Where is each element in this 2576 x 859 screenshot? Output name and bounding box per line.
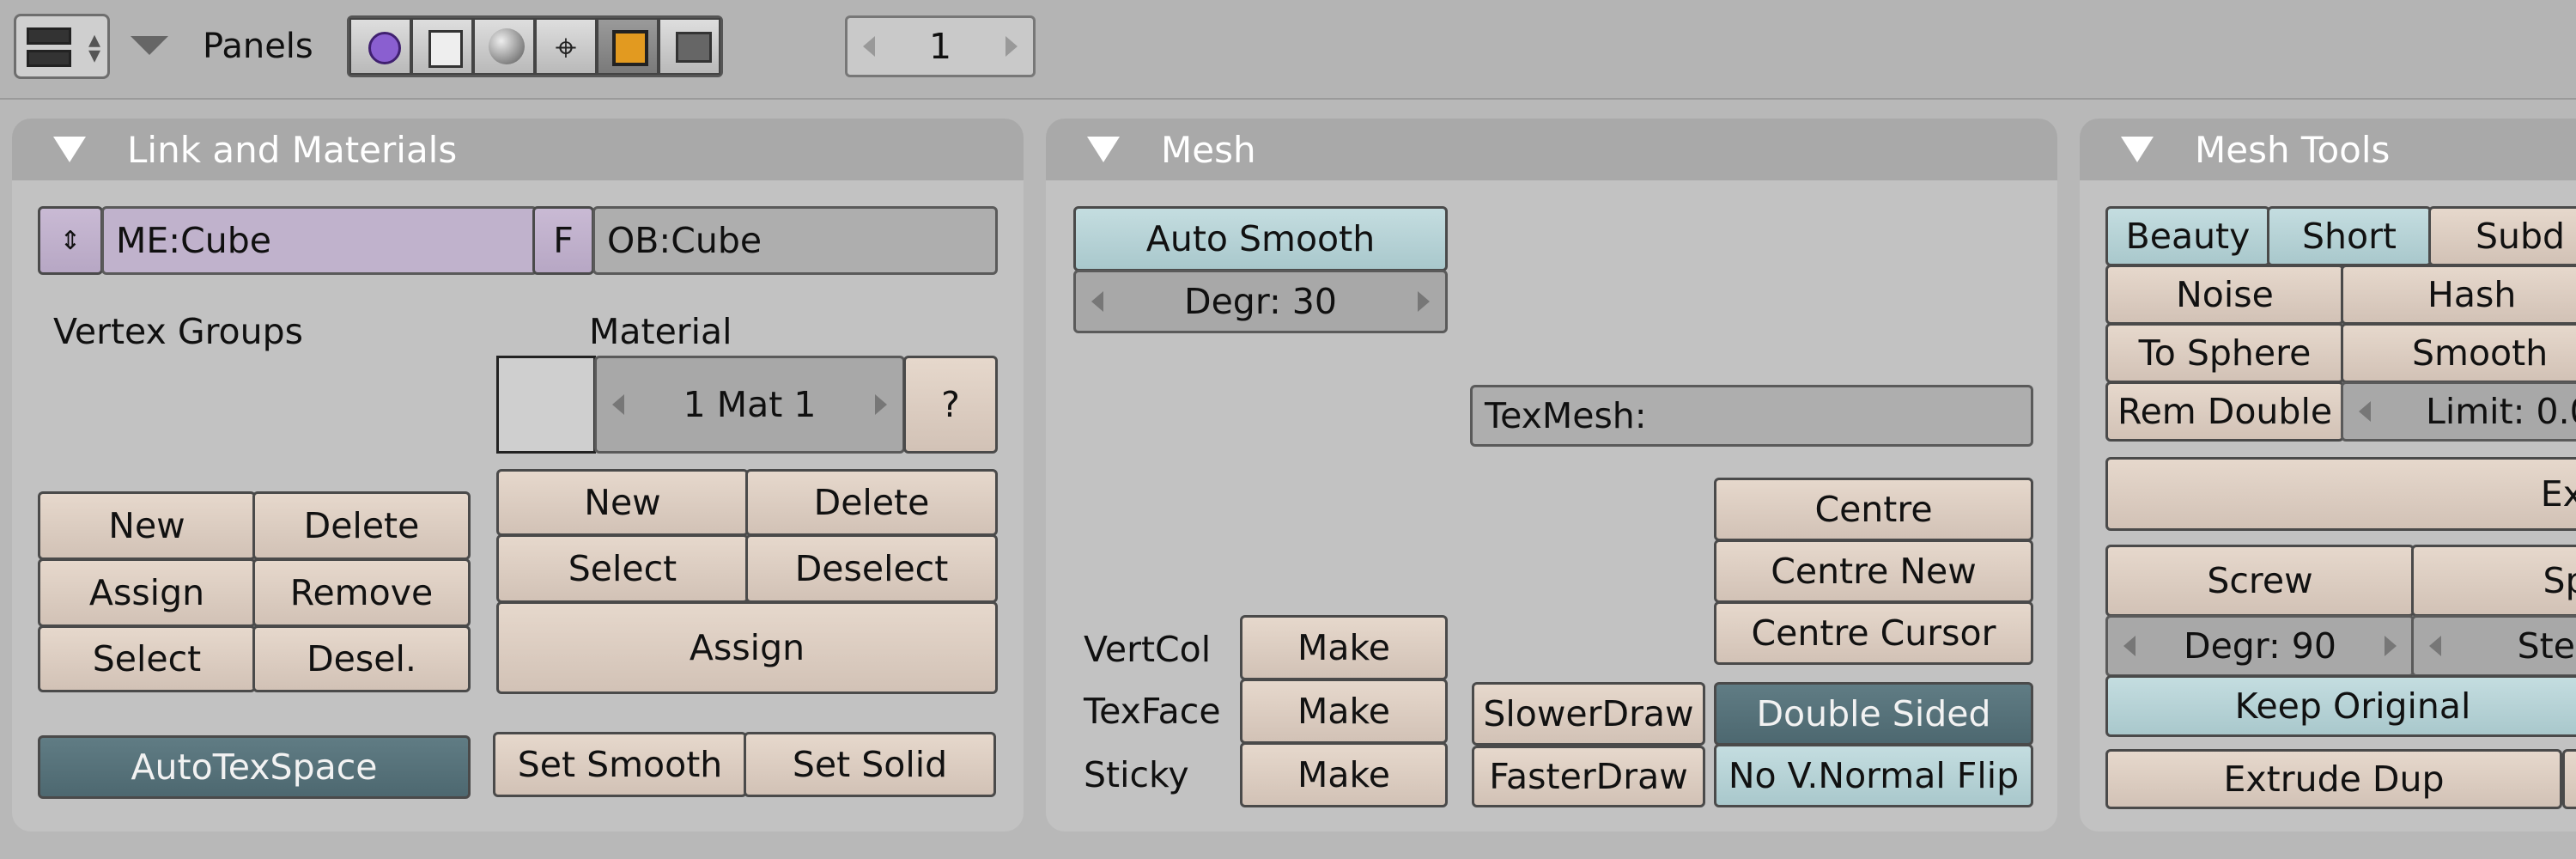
- increment-arrow-icon[interactable]: [1418, 291, 1430, 312]
- degree-value: Degr: 90: [2184, 625, 2336, 667]
- frame-value: 1: [928, 26, 952, 67]
- subdivide-label: Subd: [2476, 216, 2566, 257]
- double-sided-toggle[interactable]: Double Sided: [1714, 682, 2033, 746]
- auto-smooth-toggle[interactable]: Auto Smooth: [1073, 206, 1448, 271]
- material-help-button[interactable]: ?: [903, 356, 998, 454]
- steps-value: Step: [2517, 625, 2576, 667]
- collapse-triangle-icon[interactable]: [53, 137, 86, 162]
- material-deselect-button[interactable]: Deselect: [745, 534, 998, 603]
- autotexspace-toggle[interactable]: AutoTexSpace: [38, 735, 471, 799]
- hash-button[interactable]: Hash: [2341, 265, 2576, 325]
- centre-cursor-button[interactable]: Centre Cursor: [1714, 601, 2033, 665]
- keep-original-toggle[interactable]: Keep Original: [2105, 675, 2576, 737]
- material-value: 1 Mat 1: [683, 384, 817, 425]
- decrement-arrow-icon[interactable]: [863, 36, 875, 57]
- vertex-group-new-button[interactable]: New: [38, 491, 256, 560]
- vertcol-label: VertCol: [1084, 629, 1212, 670]
- spin-label: Spi: [2543, 560, 2576, 601]
- material-index-field[interactable]: 1 Mat 1: [594, 356, 905, 454]
- object-name-field[interactable]: OB:Cube: [592, 206, 998, 275]
- extrude-dup-offset-button[interactable]: [2562, 749, 2576, 809]
- buttons-window-header: ▴ ▾ Panels ⌖ 1: [0, 0, 2576, 100]
- smooth-button[interactable]: Smooth: [2341, 323, 2576, 383]
- vertcol-make-button[interactable]: Make: [1240, 615, 1448, 680]
- subdivide-button[interactable]: Subd: [2428, 206, 2576, 266]
- editing-icon[interactable]: [597, 18, 659, 75]
- decrement-arrow-icon[interactable]: [612, 394, 624, 415]
- rem-double-limit-field[interactable]: Limit: 0.0: [2341, 381, 2576, 442]
- screw-button[interactable]: Screw: [2105, 545, 2415, 617]
- script-icon[interactable]: [411, 18, 473, 75]
- to-sphere-button[interactable]: To Sphere: [2105, 323, 2344, 383]
- decrement-arrow-icon[interactable]: [2123, 636, 2136, 656]
- centre-button[interactable]: Centre: [1714, 478, 2033, 541]
- panel-title: Mesh: [1161, 128, 1256, 171]
- material-select-button[interactable]: Select: [496, 534, 749, 603]
- extrude-dup-button[interactable]: Extrude Dup: [2105, 749, 2562, 809]
- beauty-toggle[interactable]: Beauty: [2105, 206, 2270, 266]
- short-toggle[interactable]: Short: [2267, 206, 2432, 266]
- degree-value: Degr: 30: [1184, 281, 1337, 322]
- logic-icon[interactable]: [349, 18, 411, 75]
- panel-title: Mesh Tools: [2195, 128, 2391, 171]
- vertex-groups-label: Vertex Groups: [53, 311, 304, 352]
- material-delete-button[interactable]: Delete: [745, 469, 998, 536]
- increment-arrow-icon[interactable]: [2385, 636, 2397, 656]
- current-frame-field[interactable]: 1: [845, 15, 1036, 77]
- vertex-group-delete-button[interactable]: Delete: [252, 491, 471, 560]
- material-assign-button[interactable]: Assign: [496, 601, 998, 694]
- mesh-browse-button[interactable]: ⇕: [38, 206, 103, 275]
- panel-title: Link and Materials: [127, 128, 458, 171]
- texface-make-button[interactable]: Make: [1240, 679, 1448, 744]
- context-icon-group: ⌖: [347, 15, 723, 77]
- texmesh-field[interactable]: TexMesh:: [1470, 385, 2033, 447]
- set-solid-button[interactable]: Set Solid: [744, 732, 996, 797]
- vertex-group-remove-button[interactable]: Remove: [252, 558, 471, 627]
- object-icon[interactable]: ⌖: [535, 18, 597, 75]
- vertex-group-assign-button[interactable]: Assign: [38, 558, 256, 627]
- collapse-menu-triangle-icon[interactable]: [131, 36, 168, 55]
- vertex-group-select-button[interactable]: Select: [38, 625, 256, 692]
- noise-button[interactable]: Noise: [2105, 265, 2344, 325]
- no-vnormal-flip-toggle[interactable]: No V.Normal Flip: [1714, 744, 2033, 807]
- auto-smooth-degree-field[interactable]: Degr: 30: [1073, 270, 1448, 333]
- sticky-make-button[interactable]: Make: [1240, 742, 1448, 807]
- collapse-triangle-icon[interactable]: [1087, 137, 1120, 162]
- panel-header[interactable]: Mesh Tools: [2080, 119, 2576, 180]
- texface-label: TexFace: [1084, 691, 1221, 732]
- panel-header[interactable]: Mesh: [1046, 119, 2057, 180]
- sticky-label: Sticky: [1084, 754, 1189, 795]
- decrement-arrow-icon[interactable]: [2429, 636, 2441, 656]
- window-type-icon: [27, 27, 71, 67]
- screw-degree-field[interactable]: Degr: 90: [2105, 615, 2415, 677]
- updown-arrow-icon: ▴ ▾: [88, 25, 101, 69]
- rem-double-button[interactable]: Rem Double: [2105, 381, 2344, 442]
- decrement-arrow-icon[interactable]: [1091, 291, 1103, 312]
- slower-draw-button[interactable]: SlowerDraw: [1472, 682, 1705, 746]
- spin-button[interactable]: Spi: [2411, 545, 2576, 617]
- increment-arrow-icon[interactable]: [875, 394, 887, 415]
- steps-field[interactable]: Step: [2411, 615, 2576, 677]
- set-smooth-button[interactable]: Set Smooth: [493, 732, 747, 797]
- fake-user-button[interactable]: F: [532, 206, 594, 275]
- extrude-label: Ext: [2540, 473, 2576, 515]
- panels-label: Panels: [203, 27, 313, 66]
- material-new-button[interactable]: New: [496, 469, 749, 536]
- extrude-button[interactable]: Ext: [2105, 457, 2576, 531]
- increment-arrow-icon[interactable]: [1005, 36, 1018, 57]
- material-label: Material: [589, 311, 732, 352]
- material-color-swatch[interactable]: [496, 356, 596, 454]
- centre-new-button[interactable]: Centre New: [1714, 539, 2033, 603]
- scene-icon[interactable]: [659, 18, 720, 75]
- panel-header[interactable]: Link and Materials: [12, 119, 1024, 180]
- limit-value: Limit: 0.0: [2426, 391, 2576, 432]
- shading-icon[interactable]: [473, 18, 535, 75]
- collapse-triangle-icon[interactable]: [2121, 137, 2154, 162]
- window-type-menu[interactable]: ▴ ▾: [14, 14, 110, 79]
- mesh-name-field[interactable]: ME:Cube: [101, 206, 538, 275]
- vertex-group-deselect-button[interactable]: Desel.: [252, 625, 471, 692]
- decrement-arrow-icon[interactable]: [2359, 401, 2371, 422]
- faster-draw-button[interactable]: FasterDraw: [1472, 746, 1705, 807]
